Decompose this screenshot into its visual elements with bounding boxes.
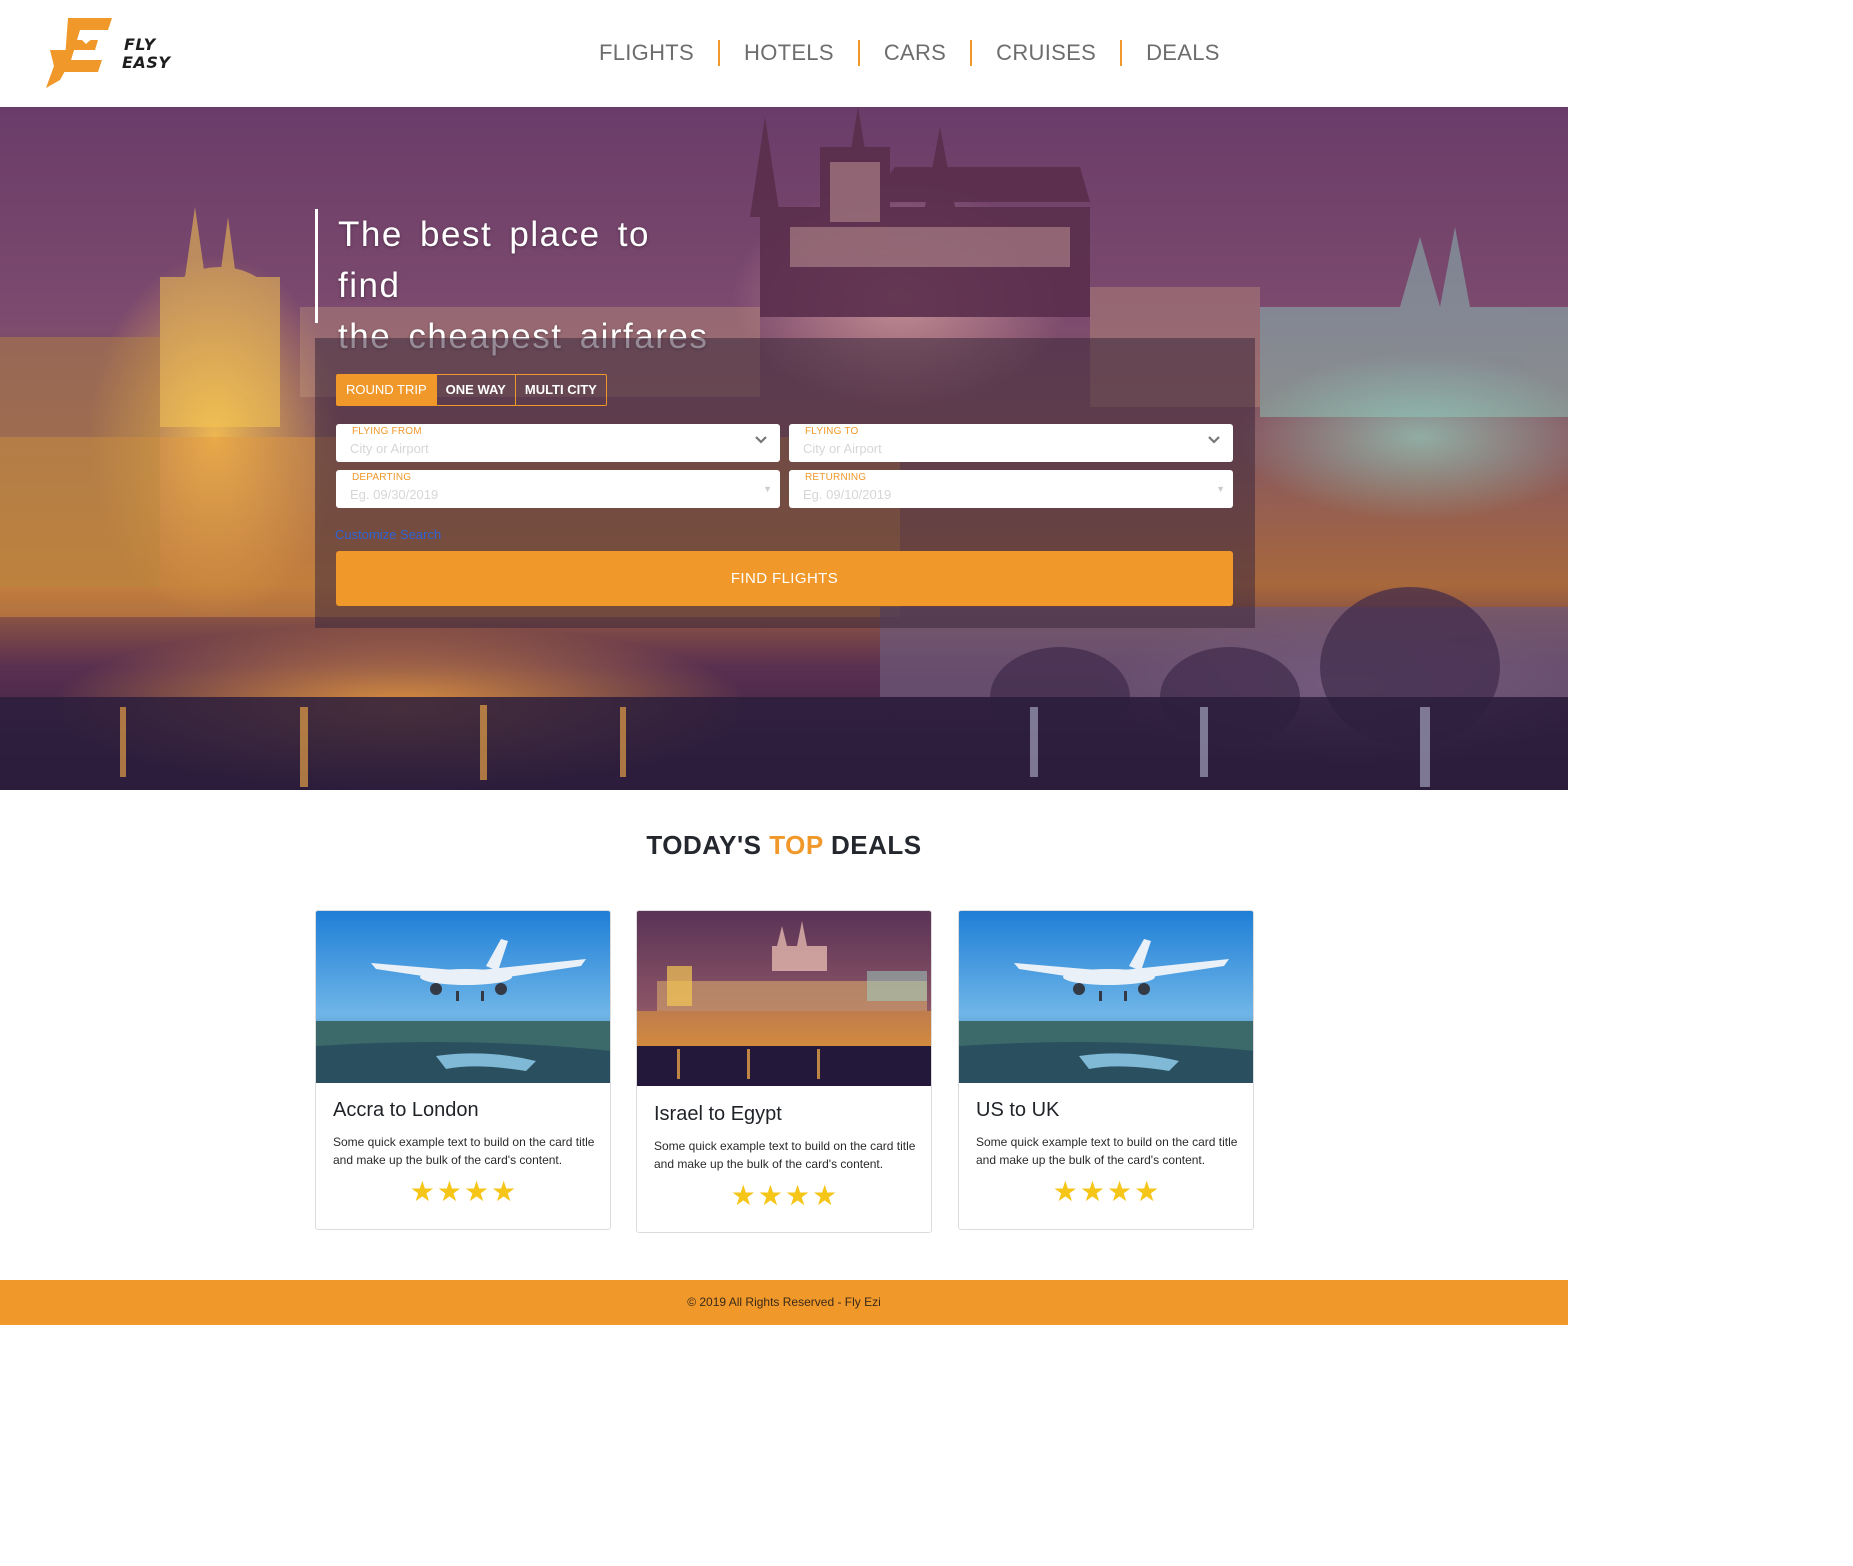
departing-placeholder: Eg. 09/30/2019 bbox=[350, 487, 439, 502]
main-nav: FLIGHTS HOTELS CARS CRUISES DEALS bbox=[575, 36, 1244, 70]
deals-title-part2: DEALS bbox=[823, 830, 922, 860]
flying-from-label: FLYING FROM bbox=[352, 426, 422, 437]
airplane-over-city-image bbox=[316, 911, 610, 1083]
hero-headline: The best place to find the cheapest airf… bbox=[315, 209, 715, 356]
chevron-down-icon bbox=[1208, 436, 1220, 444]
deals-title-accent: TOP bbox=[769, 830, 824, 860]
card-title: Israel to Egypt bbox=[654, 1103, 782, 1125]
nav-item-hotels[interactable]: HOTELS bbox=[720, 40, 858, 66]
deal-card[interactable]: Accra to London Some quick example text … bbox=[315, 910, 611, 1230]
tab-one-way[interactable]: ONE WAY bbox=[437, 375, 516, 405]
date-spinner-icon[interactable]: ▼ bbox=[763, 484, 772, 494]
flying-from-placeholder: City or Airport bbox=[350, 441, 429, 456]
nav-item-deals[interactable]: DEALS bbox=[1122, 40, 1244, 66]
fly-easy-logo-icon bbox=[46, 18, 112, 88]
nav-item-cars[interactable]: CARS bbox=[860, 40, 970, 66]
returning-label: RETURNING bbox=[805, 472, 867, 483]
star-rating: ★★★★ bbox=[409, 1176, 519, 1207]
flying-from-select[interactable]: FLYING FROM City or Airport bbox=[336, 424, 780, 462]
logo-text-line1: FLY bbox=[124, 35, 156, 54]
trip-type-tabs: ROUND TRIP ONE WAY MULTI CITY bbox=[336, 374, 607, 406]
deals-section-title: TODAY'S TOP DEALS bbox=[0, 830, 1568, 861]
copyright-text: © 2019 All Rights Reserved - Fly Ezi bbox=[687, 1295, 881, 1309]
site-footer: © 2019 All Rights Reserved - Fly Ezi bbox=[0, 1280, 1568, 1325]
site-header: FLY EASY FLIGHTS HOTELS CARS CRUISES DEA… bbox=[0, 0, 1568, 107]
logo-wordmark: FLY EASY bbox=[122, 35, 171, 72]
card-text: Some quick example text to build on the … bbox=[654, 1139, 916, 1171]
returning-date-field[interactable]: RETURNING Eg. 09/10/2019 ▼ bbox=[789, 470, 1233, 508]
card-title: Accra to London bbox=[333, 1099, 479, 1121]
flying-to-placeholder: City or Airport bbox=[803, 441, 882, 456]
deal-card[interactable]: Israel to Egypt Some quick example text … bbox=[636, 910, 932, 1233]
chevron-down-icon bbox=[755, 436, 767, 444]
star-rating: ★★★★ bbox=[1052, 1176, 1162, 1207]
date-spinner-icon[interactable]: ▼ bbox=[1216, 484, 1225, 494]
card-text: Some quick example text to build on the … bbox=[333, 1135, 595, 1167]
nav-item-cruises[interactable]: CRUISES bbox=[972, 40, 1120, 66]
flying-to-label: FLYING TO bbox=[805, 426, 859, 437]
star-rating: ★★★★ bbox=[730, 1180, 840, 1211]
card-title: US to UK bbox=[976, 1099, 1060, 1121]
airplane-over-city-image bbox=[959, 911, 1253, 1083]
deals-title-part1: TODAY'S bbox=[646, 830, 770, 860]
flight-search-panel: ROUND TRIP ONE WAY MULTI CITY FLYING FRO… bbox=[315, 338, 1255, 628]
castle-night-city-image bbox=[637, 911, 931, 1086]
departing-label: DEPARTING bbox=[352, 472, 412, 483]
nav-item-flights[interactable]: FLIGHTS bbox=[575, 40, 718, 66]
hero-headline-line1: The best place to find bbox=[338, 215, 650, 305]
card-text: Some quick example text to build on the … bbox=[976, 1135, 1238, 1167]
find-flights-button[interactable]: FIND FLIGHTS bbox=[336, 551, 1233, 606]
logo[interactable]: FLY EASY bbox=[46, 14, 186, 94]
departing-date-field[interactable]: DEPARTING Eg. 09/30/2019 ▼ bbox=[336, 470, 780, 508]
hero-banner: The best place to find the cheapest airf… bbox=[0, 107, 1568, 790]
tab-round-trip[interactable]: ROUND TRIP bbox=[337, 375, 437, 405]
deal-card[interactable]: US to UK Some quick example text to buil… bbox=[958, 910, 1254, 1230]
flying-to-select[interactable]: FLYING TO City or Airport bbox=[789, 424, 1233, 462]
logo-text-line2: EASY bbox=[122, 53, 171, 72]
tab-multi-city[interactable]: MULTI CITY bbox=[516, 375, 606, 405]
returning-placeholder: Eg. 09/10/2019 bbox=[803, 487, 892, 502]
customize-search-link[interactable]: Customize Search bbox=[335, 527, 441, 542]
